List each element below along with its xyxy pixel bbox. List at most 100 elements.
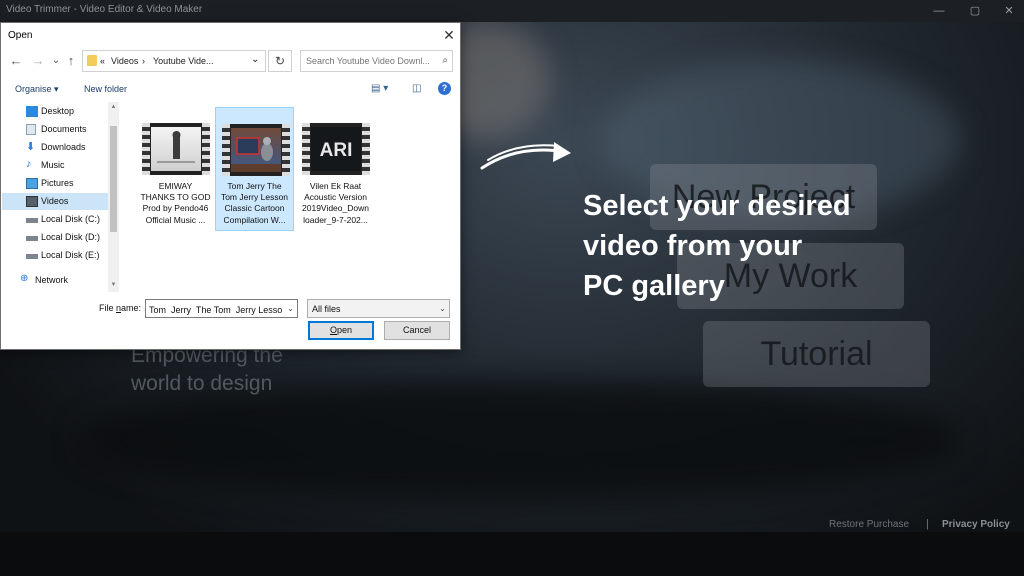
- music-note-icon: ♪: [26, 158, 32, 170]
- file-name: Vilen Ek Raat Acoustic Version 2019Video…: [298, 181, 373, 226]
- minimize-button[interactable]: —: [924, 2, 954, 20]
- scroll-down-arrow-icon[interactable]: ▼: [109, 282, 118, 288]
- file-name-line: Prod by Pendo46: [142, 203, 209, 214]
- file-name: Tom Jerry The Tom Jerry Lesson Classic C…: [217, 181, 292, 226]
- folder-icon: [87, 55, 97, 66]
- film-strip: [142, 123, 150, 175]
- curved-arrow-icon: [480, 142, 571, 170]
- tree-item-label: Documents: [41, 124, 87, 134]
- video-frame-art: ARI: [320, 140, 353, 161]
- file-name-line: 2019Video_Down: [302, 203, 369, 214]
- label-part: File: [99, 303, 117, 313]
- organise-menu[interactable]: Organise ▾: [15, 84, 59, 95]
- video-frame: [231, 128, 281, 172]
- help-icon[interactable]: ?: [438, 82, 451, 95]
- chevron-down-icon[interactable]: ⌄: [287, 304, 294, 313]
- tree-item-pictures[interactable]: Pictures: [2, 175, 108, 192]
- search-icon: ⌕: [442, 55, 448, 66]
- pictures-icon: [26, 178, 38, 189]
- open-button[interactable]: Open: [308, 321, 374, 340]
- breadcrumb-overflow[interactable]: «: [100, 56, 105, 66]
- file-name-line: EMIWAY: [158, 181, 193, 191]
- breadcrumb-youtube-folder[interactable]: Youtube Vide...: [153, 56, 214, 66]
- promo-text: Select your desired video from your PC g…: [583, 186, 1003, 306]
- tree-item-documents[interactable]: Documents: [2, 121, 108, 138]
- file-name-label: File name:: [99, 303, 141, 313]
- refresh-button[interactable]: ↻: [268, 50, 292, 72]
- search-box[interactable]: ⌕: [300, 50, 453, 72]
- videos-icon: [26, 196, 38, 207]
- restore-purchase-link[interactable]: Restore Purchase: [829, 519, 909, 530]
- file-name-field[interactable]: ⌄: [145, 299, 298, 319]
- navigation-tree: Desktop Documents ⬇ Downloads ♪ Music Pi…: [2, 102, 119, 292]
- file-name-line: Classic Cartoon: [224, 203, 285, 214]
- download-icon: ⬇: [26, 141, 36, 153]
- tree-item-label: Desktop: [41, 106, 75, 116]
- file-name-line: Tom Jerry Lesson: [220, 192, 289, 203]
- recent-locations-dropdown[interactable]: ⌄: [48, 52, 64, 70]
- forward-button[interactable]: →: [30, 52, 46, 70]
- network-icon: ⊕: [20, 273, 29, 284]
- file-item[interactable]: EMIWAY THANKS TO GOD Prod by Pendo46 Off…: [136, 107, 215, 231]
- file-name-input[interactable]: [146, 301, 282, 319]
- scrollbar-thumb[interactable]: [110, 126, 117, 232]
- breadcrumb-videos[interactable]: Videos: [111, 56, 138, 66]
- bottom-bar: [0, 532, 1024, 576]
- tree-item-label: Local Disk (E:): [41, 250, 100, 260]
- file-item[interactable]: ARI Vilen Ek Raat Acoustic Version 2019V…: [296, 107, 375, 231]
- tree-item-desktop[interactable]: Desktop: [2, 103, 108, 120]
- film-strip: [362, 123, 370, 175]
- tree-item-label: Local Disk (C:): [41, 214, 101, 224]
- video-thumbnail: [142, 123, 210, 175]
- address-dropdown[interactable]: ⌄: [251, 54, 259, 65]
- maximize-button[interactable]: ▢: [960, 2, 990, 20]
- film-strip: [282, 124, 290, 176]
- dialog-title: Open: [8, 30, 33, 41]
- change-view-icon[interactable]: ▤ ▾: [371, 83, 388, 94]
- new-folder-button[interactable]: New folder: [84, 84, 127, 94]
- preview-pane-icon[interactable]: ◫: [412, 83, 421, 94]
- video-thumbnail: [222, 124, 290, 176]
- file-name-line: loader_9-7-202...: [303, 214, 368, 225]
- up-folder-button[interactable]: ↑: [63, 52, 79, 70]
- tree-item-music[interactable]: ♪ Music: [2, 157, 108, 174]
- video-frame: ARI: [311, 127, 361, 171]
- background-blur-shape: [80, 380, 960, 500]
- file-name-line: Vilen Ek Raat: [309, 181, 362, 191]
- tree-scrollbar[interactable]: ▲ ▼: [108, 102, 119, 292]
- film-strip: [222, 124, 230, 176]
- tree-item-label: Pictures: [41, 178, 74, 188]
- scroll-up-arrow-icon[interactable]: ▲: [109, 104, 118, 110]
- breadcrumb-separator: ›: [142, 56, 145, 66]
- search-input[interactable]: [301, 51, 431, 71]
- documents-icon: [26, 124, 36, 135]
- close-app-button[interactable]: ✕: [994, 2, 1024, 20]
- label-part: ame:: [121, 303, 142, 313]
- address-bar[interactable]: « Videos › Youtube Vide... ⌄: [82, 50, 266, 72]
- button-label-part: pen: [336, 325, 353, 335]
- tree-item-downloads[interactable]: ⬇ Downloads: [2, 139, 108, 156]
- drive-icon: [26, 254, 38, 259]
- chevron-down-icon: ⌄: [439, 304, 446, 313]
- tutorial-button[interactable]: Tutorial: [703, 321, 930, 387]
- video-frame-art: [157, 131, 195, 163]
- tree-item-label: Videos: [41, 196, 69, 206]
- thumbnail-text: ARI: [320, 140, 353, 161]
- file-item-selected[interactable]: Tom Jerry The Tom Jerry Lesson Classic C…: [215, 107, 294, 231]
- tree-item-videos[interactable]: Videos: [2, 193, 108, 210]
- tree-item-local-disk-d[interactable]: Local Disk (D:): [2, 229, 108, 246]
- file-type-select[interactable]: All files ⌄: [307, 299, 450, 318]
- cancel-button[interactable]: Cancel: [384, 321, 450, 340]
- tree-item-local-disk-c[interactable]: Local Disk (C:): [2, 211, 108, 228]
- footer-separator: |: [926, 518, 929, 530]
- tree-item-label: Downloads: [41, 142, 86, 152]
- file-name-line: Tom Jerry The: [227, 181, 282, 191]
- tree-item-local-disk-e[interactable]: Local Disk (E:): [2, 247, 108, 264]
- tree-item-label: Music: [41, 160, 65, 170]
- tree-item-network[interactable]: ⊕ Network: [2, 272, 108, 289]
- back-button[interactable]: ←: [8, 52, 24, 70]
- tree-item-label: Network: [35, 275, 69, 285]
- dialog-close-button[interactable]: ✕: [439, 26, 459, 44]
- file-name-line: Acoustic Version: [304, 192, 367, 203]
- privacy-policy-link[interactable]: Privacy Policy: [942, 519, 1010, 530]
